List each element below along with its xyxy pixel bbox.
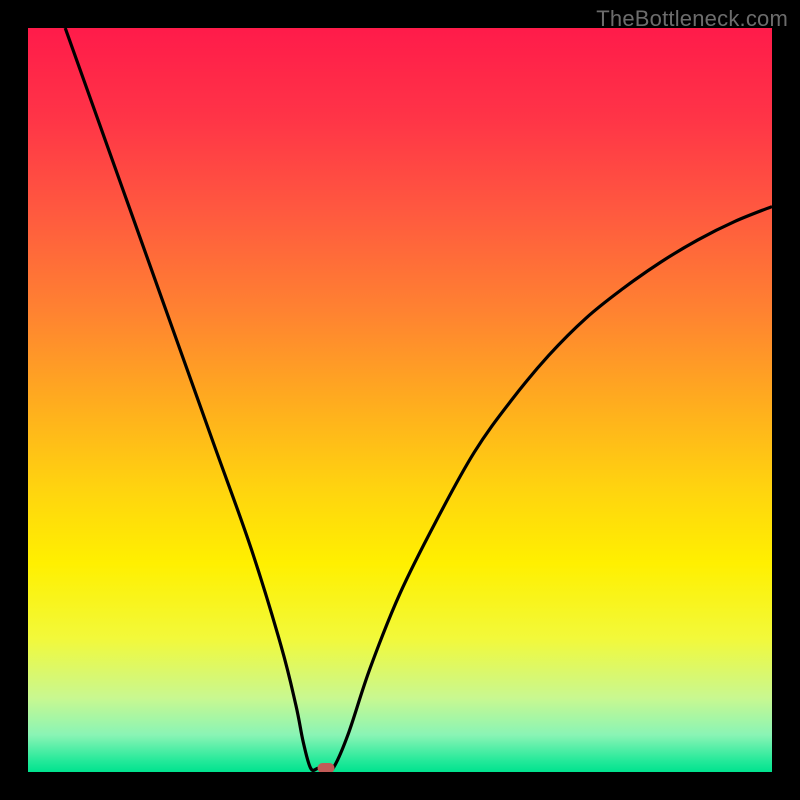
chart-frame [28, 28, 772, 772]
bottleneck-curve [28, 28, 772, 772]
curve-path [65, 28, 772, 771]
watermark-text: TheBottleneck.com [596, 6, 788, 32]
optimum-marker [317, 763, 334, 772]
